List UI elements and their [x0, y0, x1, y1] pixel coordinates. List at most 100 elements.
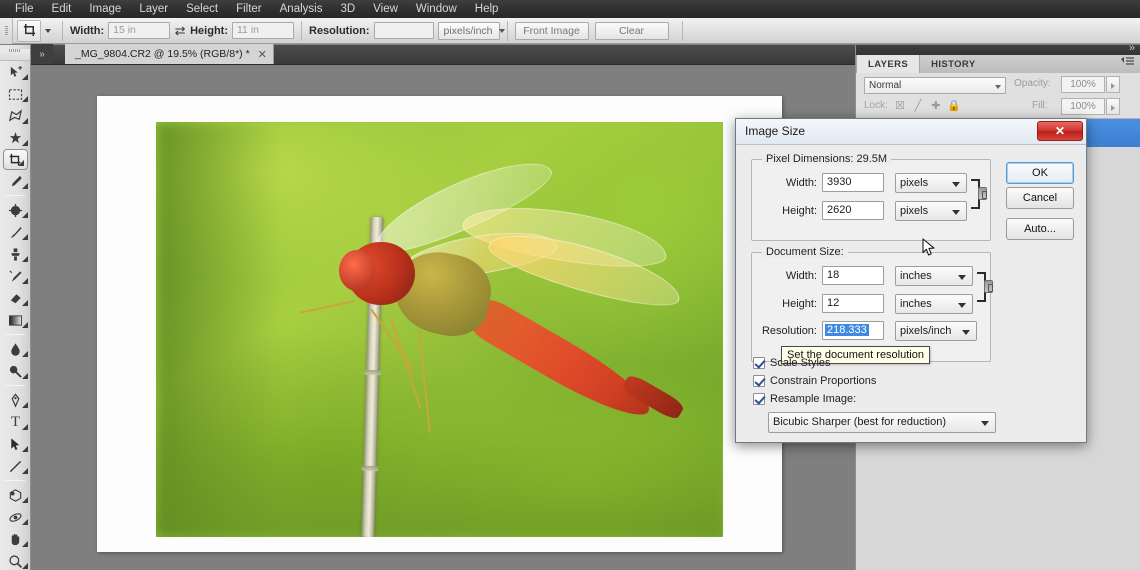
lock-transparent-pixels-icon[interactable]: ☒ [894, 99, 906, 112]
dragonfly-abdomen [459, 290, 659, 430]
tool-flyout-triangle-icon [22, 183, 28, 189]
gradient-tool[interactable] [0, 309, 31, 331]
tab-layers[interactable]: LAYERS [856, 55, 921, 73]
line-shape-tool[interactable] [0, 455, 31, 477]
clone-stamp-tool[interactable] [0, 243, 31, 265]
crop-tool-icon[interactable] [17, 19, 41, 42]
tool-flyout-triangle-icon [22, 519, 28, 525]
blend-mode-select[interactable]: Normal [864, 77, 1006, 94]
tool-flyout-triangle-icon [22, 563, 28, 569]
document-canvas[interactable] [97, 96, 782, 552]
dock-title-bar[interactable] [856, 42, 1140, 55]
tab-history[interactable]: HISTORY [920, 55, 987, 73]
menu-item-analysis[interactable]: Analysis [271, 1, 332, 17]
tool-flyout-triangle-icon [22, 424, 28, 430]
menu-item-layer[interactable]: Layer [130, 1, 177, 17]
menu-item-filter[interactable]: Filter [227, 1, 271, 17]
eyedropper-tool[interactable] [0, 170, 31, 192]
dodge-tool[interactable] [0, 360, 31, 382]
spot-healing-brush-tool[interactable] [0, 199, 31, 221]
rectangular-marquee-tool[interactable] [0, 83, 31, 105]
doc-height-unit-select[interactable]: inches [895, 294, 973, 314]
doc-width-input[interactable]: 18 [822, 266, 884, 285]
constrain-proportions-checkbox[interactable] [753, 375, 765, 387]
panel-menu-icon[interactable] [1121, 57, 1135, 70]
dialog-title-bar[interactable]: Image Size ✕ [736, 119, 1086, 145]
doc-resolution-unit-select[interactable]: pixels/inch [895, 321, 977, 341]
tools-panel: T ↵ [0, 45, 31, 570]
lock-image-pixels-icon[interactable]: ╱ [912, 99, 924, 112]
tool-flyout-triangle-icon [17, 160, 24, 166]
close-icon[interactable]: ✕ [1037, 121, 1083, 141]
image-size-dialog: Image Size ✕ Pixel Dimensions: 29.5M Wid… [735, 118, 1087, 443]
dragonfly-leg-2 [389, 317, 422, 409]
tools-panel-grip[interactable] [0, 49, 30, 61]
scale-styles-checkbox[interactable] [753, 357, 765, 369]
menu-item-window[interactable]: Window [407, 1, 466, 17]
opacity-label: Opacity: [1014, 78, 1051, 89]
resample-image-checkbox-row[interactable]: Resample Image: [753, 393, 856, 405]
pixel-height-input[interactable]: 2620 [822, 201, 884, 220]
crop-tool[interactable] [2, 149, 28, 170]
3d-orbit-tool[interactable] [0, 506, 31, 528]
lock-position-icon[interactable]: ✚ [930, 99, 942, 112]
constrain-proportions-checkbox-row[interactable]: Constrain Proportions [753, 375, 876, 387]
tool-flyout-triangle-icon [22, 497, 28, 503]
opacity-input[interactable]: 100% [1061, 76, 1105, 93]
3d-rotate-tool[interactable] [0, 484, 31, 506]
pixel-width-input[interactable]: 3930 [822, 173, 884, 192]
swap-arrows-icon[interactable]: ⇄ [170, 23, 190, 39]
crop-height-input[interactable]: 11 in [232, 22, 294, 39]
tools-divider-3 [5, 385, 25, 386]
magic-wand-tool[interactable] [0, 127, 31, 149]
lasso-tool[interactable] [0, 105, 31, 127]
crop-width-input[interactable]: 15 in [108, 22, 171, 39]
tool-preset-chevron-down-icon[interactable] [41, 20, 55, 42]
pixel-height-unit-select[interactable]: pixels [895, 201, 967, 221]
menu-item-3d[interactable]: 3D [331, 1, 364, 17]
options-bar-grip[interactable] [0, 17, 13, 44]
menu-item-file[interactable]: File [6, 1, 43, 17]
zoom-tool[interactable] [0, 550, 31, 570]
opacity-stepper[interactable] [1106, 76, 1120, 93]
crop-resolution-input[interactable] [373, 22, 434, 39]
move-tool[interactable] [0, 61, 31, 83]
history-brush-tool[interactable] [0, 265, 31, 287]
fill-input[interactable]: 100% [1061, 98, 1105, 115]
doc-resolution-input[interactable]: 218.333 [822, 321, 884, 340]
scale-styles-checkbox-row[interactable]: Scale Styles [753, 357, 831, 369]
fill-stepper[interactable] [1106, 98, 1120, 115]
ok-button[interactable]: OK [1006, 162, 1074, 184]
resample-method-select[interactable]: Bicubic Sharper (best for reduction) [768, 412, 996, 433]
chevron-down-icon [981, 421, 989, 426]
tool-flyout-triangle-icon [22, 373, 28, 379]
pen-tool[interactable] [0, 389, 31, 411]
cancel-button[interactable]: Cancel [1006, 187, 1074, 209]
eraser-tool[interactable] [0, 287, 31, 309]
menu-item-image[interactable]: Image [80, 1, 130, 17]
brush-tool[interactable] [0, 221, 31, 243]
pixel-width-unit-value: pixels [900, 177, 929, 189]
front-image-button[interactable]: Front Image [514, 21, 589, 40]
pixel-width-label: Width: [785, 177, 817, 189]
tab-bar-grip[interactable]: » [31, 44, 53, 64]
close-icon[interactable]: ✕ [258, 48, 267, 61]
menu-item-help[interactable]: Help [466, 1, 508, 17]
auto-button[interactable]: Auto... [1006, 218, 1074, 240]
type-tool[interactable]: T [0, 411, 31, 433]
clear-button[interactable]: Clear [594, 21, 669, 40]
crop-resolution-unit-select[interactable]: pixels/inch [437, 21, 505, 40]
menu-item-view[interactable]: View [364, 1, 407, 17]
path-selection-tool[interactable] [0, 433, 31, 455]
document-tab[interactable]: _MG_9804.CR2 @ 19.5% (RGB/8*) * ✕ [65, 44, 274, 64]
blur-tool[interactable] [0, 338, 31, 360]
lock-controls-row: Lock: ☒ ╱ ✚ 🔒 [864, 99, 961, 112]
resample-image-checkbox[interactable] [753, 393, 765, 405]
doc-width-unit-select[interactable]: inches [895, 266, 973, 286]
doc-height-input[interactable]: 12 [822, 294, 884, 313]
lock-all-icon[interactable]: 🔒 [947, 99, 961, 112]
menu-item-edit[interactable]: Edit [43, 1, 81, 17]
menu-item-select[interactable]: Select [177, 1, 227, 17]
hand-tool[interactable] [0, 528, 31, 550]
pixel-width-unit-select[interactable]: pixels [895, 173, 967, 193]
